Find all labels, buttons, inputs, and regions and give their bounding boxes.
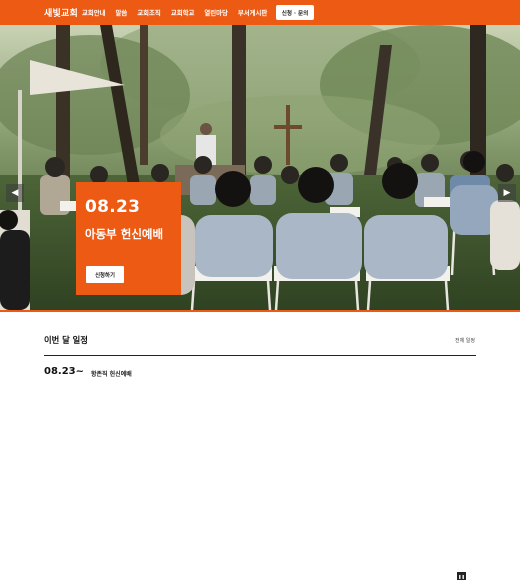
slider-dot-1[interactable] bbox=[470, 573, 483, 578]
event-date: 08.23 bbox=[85, 197, 141, 217]
main-nav: 교회안내 말씀 교회조직 교회학교 열린마당 부서게시판 bbox=[82, 0, 277, 25]
schedule-divider bbox=[44, 355, 476, 356]
schedule-item-event[interactable]: 항존직 헌신예배 bbox=[91, 369, 132, 378]
event-title: 아동부 헌신예배 bbox=[85, 227, 164, 241]
hero-divider bbox=[0, 310, 520, 312]
nav-item-sermon[interactable]: 말씀 bbox=[116, 8, 128, 17]
nav-item-church-info[interactable]: 교회안내 bbox=[82, 8, 106, 17]
view-all-schedule-link[interactable]: 전체 일정 bbox=[455, 337, 475, 344]
slider-dot-2[interactable] bbox=[486, 573, 499, 578]
site-logo[interactable]: 새빛교회 bbox=[44, 6, 78, 19]
site-header: 새빛교회 교회안내 말씀 교회조직 교회학교 열린마당 부서게시판 신청 · 문… bbox=[0, 0, 520, 25]
slider-prev-button[interactable]: ◀ bbox=[6, 184, 24, 202]
nav-item-church-school[interactable]: 교회학교 bbox=[171, 8, 195, 17]
nav-item-organization[interactable]: 교회조직 bbox=[137, 8, 161, 17]
event-card: 08.23 아동부 헌신예배 신청하기 bbox=[76, 182, 181, 295]
schedule-title: 이번 달 일정 bbox=[44, 335, 88, 345]
pause-icon[interactable]: ❚❚ bbox=[457, 572, 466, 580]
schedule-item-date: 08.23~ bbox=[44, 366, 85, 377]
slider-next-button[interactable]: ▶ bbox=[498, 184, 516, 202]
chevron-left-icon: ◀ bbox=[11, 187, 19, 198]
apply-button[interactable]: 신청하기 bbox=[86, 266, 124, 283]
chevron-right-icon: ▶ bbox=[503, 187, 511, 198]
nav-item-open-forum[interactable]: 열린마당 bbox=[204, 8, 228, 17]
apply-inquiry-button[interactable]: 신청 · 문의 bbox=[276, 5, 314, 20]
nav-item-dept-board[interactable]: 부서게시판 bbox=[238, 8, 267, 17]
